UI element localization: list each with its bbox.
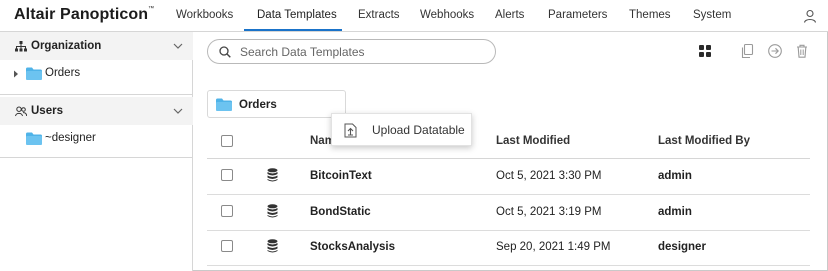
breadcrumb-folder-label: Orders bbox=[239, 99, 277, 111]
brand-name: Altair Panopticon bbox=[14, 6, 149, 23]
grid-view-icon[interactable] bbox=[697, 43, 713, 59]
user-icon[interactable] bbox=[803, 9, 817, 23]
row-name[interactable]: BondStatic bbox=[310, 206, 371, 218]
users-title: Users bbox=[31, 105, 63, 117]
upload-datatable-menu-item[interactable]: Upload Datatable bbox=[332, 114, 473, 147]
nav-parameters[interactable]: Parameters bbox=[548, 9, 607, 21]
database-icon bbox=[267, 239, 278, 253]
row-divider bbox=[207, 265, 810, 266]
nav-themes[interactable]: Themes bbox=[629, 9, 671, 21]
row-last-modified-by: admin bbox=[658, 206, 692, 218]
row-checkbox[interactable] bbox=[221, 205, 233, 217]
sidebar-divider bbox=[0, 157, 193, 158]
folder-icon bbox=[26, 67, 42, 80]
active-tab-indicator bbox=[244, 29, 342, 31]
row-checkbox[interactable] bbox=[221, 240, 233, 252]
row-name[interactable]: StocksAnalysis bbox=[310, 241, 395, 253]
chevron-down-icon[interactable] bbox=[173, 107, 183, 115]
row-last-modified: Oct 5, 2021 3:30 PM bbox=[496, 170, 602, 182]
upload-file-icon bbox=[344, 123, 357, 138]
search-icon bbox=[219, 46, 231, 58]
folder-icon bbox=[216, 98, 232, 111]
row-last-modified-by: designer bbox=[658, 241, 706, 253]
select-all-checkbox[interactable] bbox=[221, 135, 233, 147]
tree-item-orders[interactable]: Orders bbox=[26, 65, 146, 83]
upload-datatable-label: Upload Datatable bbox=[372, 123, 465, 137]
nav-system[interactable]: System bbox=[693, 9, 731, 21]
tree-item-label: ~designer bbox=[45, 132, 96, 144]
table-header-divider bbox=[207, 158, 810, 159]
row-last-modified-by: admin bbox=[658, 170, 692, 182]
chevron-down-icon[interactable] bbox=[173, 42, 183, 50]
breadcrumb[interactable]: Orders bbox=[207, 90, 346, 118]
caret-right-icon[interactable] bbox=[13, 70, 19, 78]
app-logo: Altair Panopticon™ bbox=[14, 6, 154, 24]
column-header-last-modified-by[interactable]: Last Modified By bbox=[658, 135, 750, 147]
organization-header[interactable]: Organization bbox=[0, 32, 193, 60]
row-divider bbox=[207, 230, 810, 231]
nav-workbooks[interactable]: Workbooks bbox=[176, 9, 233, 21]
folder-icon bbox=[26, 132, 42, 145]
sidebar: Organization Orders Users ~designer bbox=[0, 32, 193, 271]
row-name[interactable]: BitcoinText bbox=[310, 170, 372, 182]
tree-item-designer[interactable]: ~designer bbox=[26, 130, 146, 148]
nav-data-templates[interactable]: Data Templates bbox=[257, 9, 337, 21]
context-menu: Upload Datatable bbox=[331, 113, 472, 146]
row-last-modified: Sep 20, 2021 1:49 PM bbox=[496, 241, 611, 253]
nav-webhooks[interactable]: Webhooks bbox=[420, 9, 474, 21]
nav-alerts[interactable]: Alerts bbox=[495, 9, 524, 21]
sidebar-divider bbox=[0, 94, 193, 95]
column-header-last-modified[interactable]: Last Modified bbox=[496, 135, 570, 147]
brand-trademark: ™ bbox=[148, 6, 155, 12]
tree-item-label: Orders bbox=[45, 67, 81, 79]
database-icon bbox=[267, 168, 278, 182]
move-icon[interactable] bbox=[767, 43, 783, 59]
nav-extracts[interactable]: Extracts bbox=[358, 9, 400, 21]
delete-icon[interactable] bbox=[794, 43, 810, 59]
row-divider bbox=[207, 194, 810, 195]
top-nav-bar: Altair Panopticon™ Workbooks Data Templa… bbox=[0, 0, 828, 32]
search-box bbox=[207, 39, 496, 64]
row-checkbox[interactable] bbox=[221, 169, 233, 181]
users-icon bbox=[15, 106, 27, 117]
organization-title: Organization bbox=[31, 40, 102, 52]
copy-icon[interactable] bbox=[740, 43, 756, 59]
row-last-modified: Oct 5, 2021 3:19 PM bbox=[496, 206, 602, 218]
organization-icon bbox=[15, 41, 27, 52]
search-input[interactable] bbox=[240, 43, 490, 61]
users-header[interactable]: Users bbox=[0, 97, 193, 125]
database-icon bbox=[267, 204, 278, 218]
